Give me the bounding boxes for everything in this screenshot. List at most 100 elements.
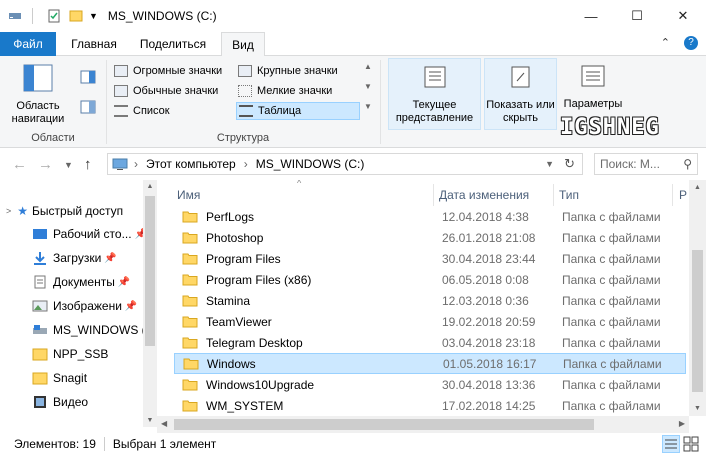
tab-share[interactable]: Поделиться xyxy=(132,32,214,56)
file-row[interactable]: WM_SYSTEM 17.02.2018 14:25 Папка с файлами xyxy=(174,395,686,416)
scrollbar-thumb[interactable] xyxy=(174,419,594,430)
file-list-scrollbar[interactable]: ▲ ▼ xyxy=(689,180,706,416)
nav-item-ms-windows[interactable]: MS_WINDOWS ( xyxy=(32,319,146,341)
computer-icon xyxy=(112,158,128,170)
preview-pane-icon[interactable] xyxy=(80,70,96,84)
drive-icon[interactable] xyxy=(8,9,22,23)
forward-arrow-icon[interactable]: → xyxy=(38,156,53,173)
search-input[interactable]: Поиск: М... xyxy=(600,157,683,171)
details-pane-icon[interactable] xyxy=(80,100,96,114)
new-folder-icon[interactable] xyxy=(69,9,83,23)
window-title: MS_WINDOWS (C:) xyxy=(107,9,217,23)
nav-item-label: Видео xyxy=(53,395,89,409)
maximize-button[interactable]: ☐ xyxy=(614,0,660,32)
column-header-type[interactable]: Тип xyxy=(559,184,579,206)
layout-scroll-down-icon[interactable]: ▼ xyxy=(364,82,372,91)
address-bar[interactable]: › Этот компьютер › MS_WINDOWS (C:) ▼ ↻ xyxy=(107,153,583,175)
large-icons-view-icon[interactable] xyxy=(682,435,700,453)
recent-locations-icon[interactable]: ▼ xyxy=(64,160,73,170)
file-row[interactable]: Stamina 12.03.2018 0:36 Папка с файлами xyxy=(174,290,686,311)
file-row[interactable]: Program Files (x86) 06.05.2018 0:08 Папка … xyxy=(174,269,686,290)
layout-list[interactable]: Список xyxy=(114,102,170,120)
show-hide-button[interactable]: Показать или скрыть xyxy=(484,58,557,130)
file-date: 12.03.2018 0:36 xyxy=(442,293,529,308)
extra-large-icons-icon xyxy=(114,65,128,77)
folder-icon xyxy=(182,379,198,391)
nav-item-video[interactable]: Видео xyxy=(32,391,88,413)
nav-item-pictures[interactable]: Изображени 📌 xyxy=(32,295,137,317)
help-icon[interactable]: ? xyxy=(684,36,698,50)
nav-item-snagit[interactable]: Snagit xyxy=(32,367,87,389)
list-icon xyxy=(114,105,128,117)
nav-item-quick-access[interactable]: > ★ Быстрый доступ xyxy=(6,200,123,222)
file-name: Photoshop xyxy=(206,230,264,245)
tab-file[interactable]: Файл xyxy=(0,32,56,56)
file-row[interactable]: Windows10Upgrade 30.04.2018 13:36 Папка с … xyxy=(174,374,686,395)
scroll-down-icon[interactable]: ▼ xyxy=(143,417,157,424)
file-row[interactable]: PerfLogs 12.04.2018 4:38 Папка с файлами xyxy=(174,206,686,227)
file-date: 30.04.2018 13:36 xyxy=(442,377,536,392)
scroll-right-icon[interactable]: ▶ xyxy=(679,419,685,428)
breadcrumb-computer[interactable]: Этот компьютер xyxy=(146,157,236,171)
status-selected: Выбран 1 элемент xyxy=(112,437,217,451)
show-hide-label: Показать или скрыть xyxy=(486,99,555,124)
close-button[interactable]: ✕ xyxy=(660,0,706,32)
column-header-date[interactable]: Дата изменения xyxy=(439,184,529,206)
scroll-up-icon[interactable]: ▲ xyxy=(143,183,157,190)
minimize-button[interactable]: — xyxy=(568,0,614,32)
column-header-size[interactable]: Р xyxy=(679,184,687,206)
nav-item-desktop[interactable]: Рабочий сто... 📌 xyxy=(32,223,147,245)
scrollbar-thumb[interactable] xyxy=(692,250,703,392)
file-row[interactable]: Telegram Desktop 03.04.2018 23:18 Папка с … xyxy=(174,332,686,353)
options-button[interactable]: Параметры xyxy=(560,64,626,111)
file-row[interactable]: Windows 01.05.2018 16:17 Папка с файлами xyxy=(174,353,686,374)
scrollbar-thumb[interactable] xyxy=(145,196,155,346)
tab-view[interactable]: Вид xyxy=(221,32,265,57)
navigation-pane-scrollbar[interactable]: ▲ ▼ xyxy=(143,180,157,427)
details-view-icon[interactable] xyxy=(662,435,680,453)
breadcrumb-drive[interactable]: MS_WINDOWS (C:) xyxy=(256,157,365,171)
status-divider xyxy=(103,437,105,451)
layout-scroll-up-icon[interactable]: ▲ xyxy=(364,62,372,71)
nav-item-label: Документы xyxy=(53,275,115,289)
collapse-ribbon-icon[interactable]: ⌃ xyxy=(661,36,670,50)
scroll-left-icon[interactable]: ◀ xyxy=(161,419,167,428)
column-separator[interactable] xyxy=(433,184,434,206)
layout-details[interactable]: Таблица xyxy=(236,102,360,120)
navigation-pane-button[interactable]: Область навигации xyxy=(8,64,68,126)
search-box[interactable]: Поиск: М... ⚲ xyxy=(594,153,698,175)
current-view-button[interactable]: Текущее представление xyxy=(388,58,481,130)
tab-home[interactable]: Главная xyxy=(62,32,126,56)
layout-small-icons[interactable]: Мелкие значки xyxy=(238,82,332,100)
nav-item-npp-ssb[interactable]: NPP_SSB xyxy=(32,343,108,365)
layout-medium-icons[interactable]: Обычные значки xyxy=(114,82,218,100)
expand-icon[interactable]: > xyxy=(6,206,11,216)
file-list-horizontal-scrollbar[interactable]: ◀ ▶ xyxy=(157,416,689,433)
nav-item-documents[interactable]: Документы 📌 xyxy=(32,271,130,293)
up-arrow-icon[interactable]: ↑ xyxy=(84,156,92,173)
refresh-icon[interactable]: ↻ xyxy=(564,156,575,172)
properties-icon[interactable] xyxy=(47,9,61,23)
navigation-pane: > ★ Быстрый доступ Рабочий сто... 📌 Загр… xyxy=(0,180,157,427)
file-row[interactable]: Program Files 30.04.2018 23:44 Папка с фай… xyxy=(174,248,686,269)
file-row[interactable]: Photoshop 26.01.2018 21:08 Папка с файлами xyxy=(174,227,686,248)
address-dropdown-icon[interactable]: ▼ xyxy=(545,159,554,169)
search-icon: ⚲ xyxy=(683,157,692,171)
column-separator[interactable] xyxy=(672,184,673,206)
quick-access-dropdown-icon[interactable]: ▼ xyxy=(89,11,98,21)
column-separator[interactable] xyxy=(553,184,554,206)
column-header-name[interactable]: Имя xyxy=(177,184,200,206)
download-icon xyxy=(34,252,46,265)
layout-expand-icon[interactable]: ▼ xyxy=(364,102,372,111)
scroll-up-icon[interactable]: ▲ xyxy=(689,184,706,191)
back-arrow-icon[interactable]: ← xyxy=(12,156,27,173)
folder-icon xyxy=(182,295,198,307)
file-row[interactable]: TeamViewer 19.02.2018 20:59 Папка с файлам… xyxy=(174,311,686,332)
file-type: Папка с файлами xyxy=(562,377,661,392)
nav-item-downloads[interactable]: Загрузки 📌 xyxy=(32,247,117,269)
scroll-down-icon[interactable]: ▼ xyxy=(689,405,706,412)
layout-extra-large-icons[interactable]: Огромные значки xyxy=(114,62,222,80)
layout-large-icons[interactable]: Крупные значки xyxy=(238,62,338,80)
address-separator: › xyxy=(243,157,248,171)
file-name: WM_SYSTEM xyxy=(206,398,284,413)
